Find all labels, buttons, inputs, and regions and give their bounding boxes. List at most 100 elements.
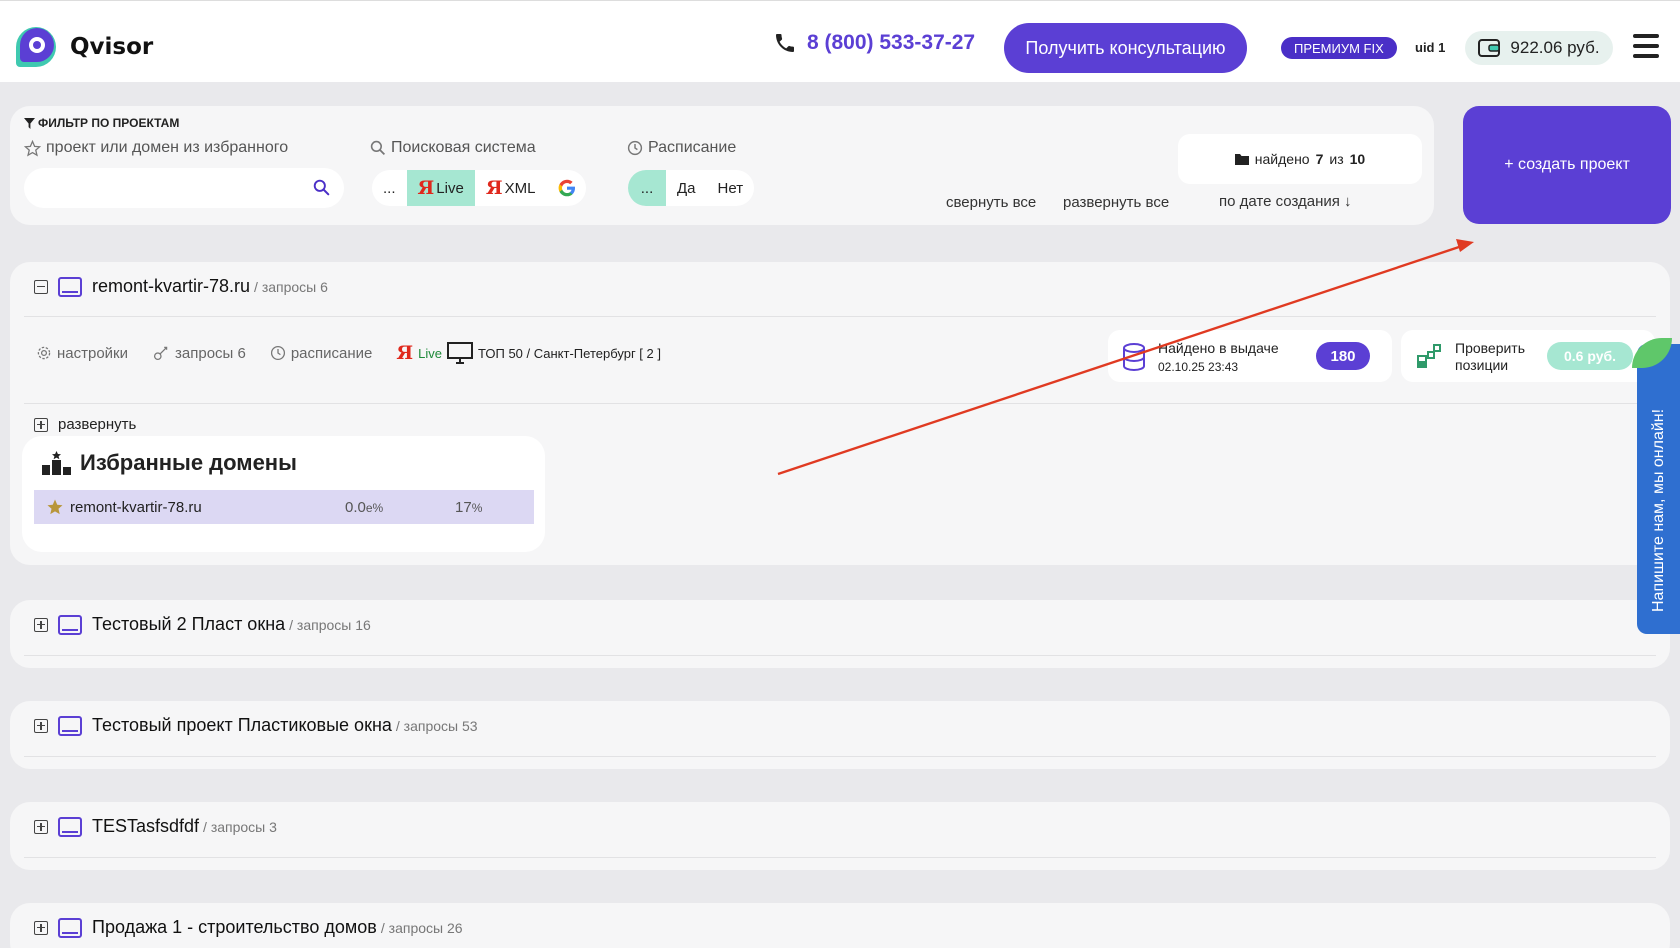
project-search-input[interactable] <box>24 168 304 208</box>
project-header[interactable]: TESTasfsdfdf / запросы 3 <box>34 816 277 837</box>
serp-found-card: Найдено в выдаче 02.10.25 23:43 180 <box>1108 330 1392 382</box>
engine-option-yandex-xml[interactable]: Я XML <box>475 170 547 206</box>
filter-title: ФИЛЬТР ПО ПРОЕКТАМ <box>24 116 179 130</box>
engine-option-yandex-live[interactable]: Я Live <box>406 170 475 206</box>
project-search-field[interactable] <box>24 168 344 208</box>
consultation-button[interactable]: Получить консультацию <box>1004 23 1247 73</box>
favorite-domain-metric-1: 0.0е% <box>345 498 384 516</box>
phone-link[interactable]: 8 (800) 533-37-27 <box>773 31 975 55</box>
funnel-icon <box>24 117 35 129</box>
divider <box>24 756 1656 757</box>
logo-icon <box>16 27 56 67</box>
folder-icon <box>1234 154 1249 165</box>
expand-all-link[interactable]: развернуть все <box>1063 194 1169 211</box>
project-card: Тестовый 2 Пласт окна / запросы 16 <box>10 600 1670 668</box>
yandex-icon: Я <box>485 177 503 199</box>
clock-icon <box>627 140 643 156</box>
sort-by-date[interactable]: по дате создания ↓ <box>1219 193 1352 210</box>
project-name[interactable]: Тестовый 2 Пласт окна <box>92 614 285 635</box>
google-icon <box>559 179 576 197</box>
project-name[interactable]: Продажа 1 - строительство домов <box>92 917 377 938</box>
logo[interactable]: Qvisor <box>10 21 153 73</box>
schedule-link[interactable]: расписание <box>270 345 372 362</box>
balance-value: 922.06 руб. <box>1510 38 1600 57</box>
project-query-count: / запросы 26 <box>380 919 463 936</box>
browser-window-icon <box>58 276 82 297</box>
expand-icon[interactable] <box>34 920 48 935</box>
project-card: Продажа 1 - строительство домов / запрос… <box>10 903 1670 948</box>
check-positions-button[interactable]: 0.6 руб. <box>1547 342 1633 370</box>
project-card: Тестовый проект Пластиковые окна / запро… <box>10 701 1670 769</box>
yandex-icon: Я <box>417 177 435 199</box>
expand-icon <box>34 417 48 432</box>
project-name[interactable]: Тестовый проект Пластиковые окна <box>92 715 392 736</box>
divider <box>24 655 1656 656</box>
favorite-domains-title: Избранные домены <box>42 450 297 476</box>
search-engine-selector[interactable]: ... Я Live Я XML <box>372 170 586 206</box>
phone-number: 8 (800) 533-37-27 <box>807 31 976 54</box>
project-query-count: / запросы 3 <box>203 818 277 835</box>
engine-region-info: Я Live ТОП 50 / Санкт-Петербург [ 2 ] <box>396 342 661 364</box>
collapse-all-link[interactable]: свернуть все <box>946 194 1036 211</box>
settings-link[interactable]: настройки <box>36 345 128 362</box>
create-project-button[interactable]: + создать проект <box>1463 106 1671 224</box>
project-card: TESTasfsdfdf / запросы 3 <box>10 802 1670 870</box>
menu-icon[interactable] <box>1633 34 1659 58</box>
project-name[interactable]: remont-kvartir-78.ru <box>92 276 250 297</box>
top-header: Qvisor 8 (800) 533-37-27 Получить консул… <box>0 0 1680 82</box>
serp-found-date: 02.10.25 23:43 <box>1158 360 1239 374</box>
serp-found-title: Найдено в выдаче <box>1158 340 1279 356</box>
project-header[interactable]: Продажа 1 - строительство домов / запрос… <box>34 917 463 938</box>
divider <box>24 403 1656 404</box>
browser-window-icon <box>58 816 82 837</box>
positions-icon <box>1417 344 1441 368</box>
chat-widget-label[interactable]: Напишите нам, мы онлайн! <box>1650 409 1668 612</box>
project-header[interactable]: Тестовый проект Пластиковые окна / запро… <box>34 715 478 736</box>
engine-option-any[interactable]: ... <box>372 170 407 206</box>
favorites-label: проект или домен из избранного <box>24 139 288 157</box>
expand-icon[interactable] <box>34 617 48 632</box>
expand-icon[interactable] <box>34 718 48 733</box>
plan-badge[interactable]: ПРЕМИУМ FIX <box>1281 37 1397 59</box>
balance-badge[interactable]: 922.06 руб. <box>1465 31 1613 65</box>
project-name[interactable]: TESTasfsdfdf <box>92 816 199 837</box>
expand-project-link[interactable]: развернуть <box>34 416 136 433</box>
expand-icon[interactable] <box>34 819 48 834</box>
favorite-domain-row[interactable]: remont-kvartir-78.ru 0.0е% 17% <box>34 490 534 524</box>
divider <box>24 857 1656 858</box>
project-toolbar: настройки запросы 6 расписание Я Live ТО… <box>36 342 661 364</box>
divider <box>24 316 1656 317</box>
project-query-count: / запросы 6 <box>254 278 328 295</box>
queries-link[interactable]: запросы 6 <box>152 345 246 362</box>
project-query-count: / запросы 16 <box>289 616 371 633</box>
database-icon <box>1123 343 1145 371</box>
star-icon <box>47 499 63 515</box>
project-filter-panel: ФИЛЬТР ПО ПРОЕКТАМ проект или домен из и… <box>10 106 1434 225</box>
podium-icon <box>42 451 71 475</box>
schedule-selector[interactable]: ... Да Нет <box>628 170 755 206</box>
browser-window-icon <box>58 614 82 635</box>
clock-icon <box>270 345 285 361</box>
engine-option-google[interactable] <box>546 170 586 206</box>
check-positions-card: Проверить позиции 0.6 руб. <box>1401 330 1655 382</box>
desktop-icon <box>447 342 474 364</box>
schedule-option-any[interactable]: ... <box>628 170 666 206</box>
schedule-option-yes[interactable]: Да <box>666 170 707 206</box>
logo-text: Qvisor <box>70 34 154 60</box>
project-card: remont-kvartir-78.ru / запросы 6 настрой… <box>10 262 1670 565</box>
collapse-icon[interactable] <box>34 279 48 294</box>
project-header[interactable]: Тестовый 2 Пласт окна / запросы 16 <box>34 614 371 635</box>
project-header[interactable]: remont-kvartir-78.ru / запросы 6 <box>34 276 328 297</box>
schedule-option-no[interactable]: Нет <box>707 170 755 206</box>
wallet-icon <box>1478 39 1501 57</box>
browser-window-icon <box>58 715 82 736</box>
browser-window-icon <box>58 917 82 938</box>
key-icon <box>153 346 168 361</box>
gear-icon <box>37 346 51 360</box>
serp-found-count[interactable]: 180 <box>1316 342 1370 370</box>
search-icon <box>370 140 386 156</box>
favorite-domain-name[interactable]: remont-kvartir-78.ru <box>70 499 345 516</box>
favorite-domains-widget: Избранные домены remont-kvartir-78.ru 0.… <box>22 436 545 552</box>
found-counter: найдено 7 из 10 <box>1178 134 1422 184</box>
search-icon[interactable] <box>313 179 330 196</box>
